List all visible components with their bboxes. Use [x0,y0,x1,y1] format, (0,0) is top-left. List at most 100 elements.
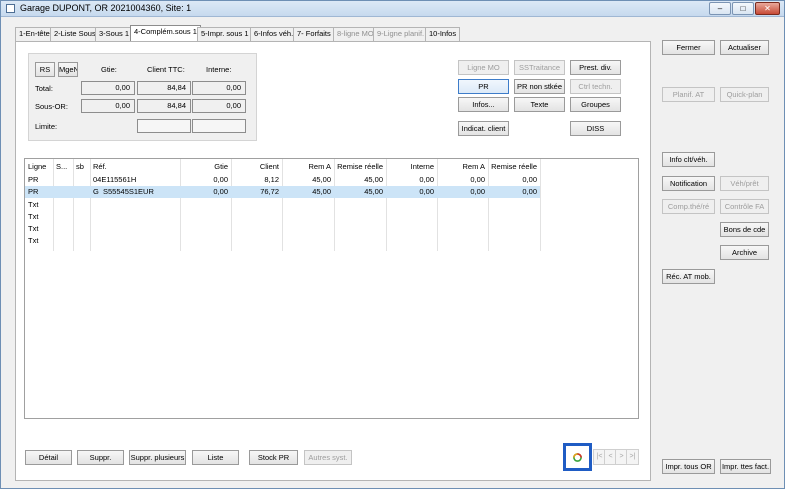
cell-rem-a: 45,00 [312,187,331,196]
suppr-plusieurs-button[interactable]: Suppr. plusieurs [129,450,186,465]
cell-ligne: PR [28,175,39,184]
header-gtie[interactable]: Gtie [180,161,231,173]
total-client-field: 84,84 [137,81,191,95]
tab-ligne-planif[interactable]: 9-Ligne planif. [373,27,429,41]
row-total-label: Total: [35,84,53,93]
col-gtie-label: Gtie: [101,65,117,74]
archive-button[interactable]: Archive [720,245,769,260]
veh-pret-button[interactable]: Véh/prêt [720,176,769,191]
tab-ligne-mo[interactable]: 8-ligne MO [333,27,378,41]
header-ref[interactable]: Réf. [90,161,180,173]
close-button[interactable]: ✕ [755,2,780,15]
diss-button[interactable]: DISS [570,121,621,136]
application-window: Garage DUPONT, OR 2021004360, Site: 1 – … [0,0,785,489]
cell-ref: 04E115561H [93,175,137,184]
impr-ttes-fact-button[interactable]: Impr. ttes fact. [720,459,771,474]
window-title: Garage DUPONT, OR 2021004360, Site: 1 [20,3,192,13]
prest-div-button[interactable]: Prest. div. [570,60,621,75]
cell-remise-reelle: 45,00 [364,175,383,184]
fermer-button[interactable]: Fermer [662,40,715,55]
pr-button[interactable]: PR [458,79,509,94]
tab-forfaits[interactable]: 7- Forfaits [293,27,335,41]
cell-sb [73,174,90,186]
actualiser-button[interactable]: Actualiser [720,40,769,55]
app-icon [6,4,15,13]
planif-at-button[interactable]: Planif. AT [662,87,715,102]
cell-interne: 0,00 [419,187,434,196]
cell-interne: 0,00 [419,175,434,184]
header-rem-a[interactable]: Rem A [282,161,334,173]
cell-ligne: Txt [28,224,39,233]
col-interne-label: Interne: [206,65,232,74]
quick-plan-button[interactable]: Quick-plan [720,87,769,102]
mgen-button[interactable]: MgeN [58,62,78,77]
total-gtie-field: 0,00 [81,81,135,95]
totals-panel: RS MgeN Gtie: Client TTC: Interne: Total… [28,53,257,141]
limite-interne-field[interactable] [192,119,246,133]
tab-en-tete[interactable]: 1-En-tête [15,27,54,41]
header-remise-reelle-interne[interactable]: Remise réelle [488,161,540,173]
cell-s [53,186,73,198]
table-row[interactable]: Txt [25,223,540,235]
minimize-button[interactable]: – [709,2,731,15]
header-remise-reelle[interactable]: Remise réelle [334,161,386,173]
cell-client: 8,12 [264,175,279,184]
title-bar: Garage DUPONT, OR 2021004360, Site: 1 – … [1,1,784,17]
ligne-mo-button[interactable]: Ligne MO [458,60,509,75]
tab-infos[interactable]: 10-Infos [425,27,461,41]
cell-ligne: Txt [28,200,39,209]
header-ligne[interactable]: Ligne [25,161,53,173]
infos-button[interactable]: Infos... [458,97,509,112]
comp-the-re-button[interactable]: Comp.thé/ré [662,199,715,214]
tab-complem-sous-1[interactable]: 4-Complém.sous 1 [130,25,201,41]
ctrl-techn-button[interactable]: Ctrl techn. [570,79,621,94]
table-row[interactable]: Txt [25,199,540,211]
header-sb[interactable]: sb [73,161,90,173]
header-client[interactable]: Client [231,161,282,173]
rs-button[interactable]: RS [35,62,55,77]
maximize-button[interactable]: □ [732,2,754,15]
indicat-client-button[interactable]: Indicat. client [458,121,509,136]
row-sous-or-label: Sous-OR: [35,102,68,111]
liste-button[interactable]: Liste [192,450,239,465]
header-s[interactable]: S... [53,161,73,173]
table-row[interactable]: PR G S55545S1EUR 0,00 76,72 45,00 45,00 … [25,186,540,198]
refresh-icon[interactable] [572,452,583,463]
limite-client-field[interactable] [137,119,191,133]
cell-client: 76,72 [260,187,279,196]
header-interne[interactable]: Interne [386,161,437,173]
controle-fa-button[interactable]: Contrôle FA [720,199,769,214]
table-row[interactable]: Txt [25,211,540,223]
texte-button[interactable]: Texte [514,97,565,112]
cell-s [53,174,73,186]
cell-remise-reelle-interne: 0,00 [522,187,537,196]
cell-ligne: Txt [28,212,39,221]
notification-button[interactable]: Notification [662,176,715,191]
sousor-interne-field: 0,00 [192,99,246,113]
pr-non-stkee-button[interactable]: PR non stkée [514,79,565,94]
table-row[interactable]: Txt [25,235,540,247]
total-interne-field: 0,00 [192,81,246,95]
autres-syst-button[interactable]: Autres syst. [304,450,352,465]
rec-at-mob-button[interactable]: Réc. AT mob. [662,269,715,284]
column-divider [540,159,541,251]
groupes-button[interactable]: Groupes [570,97,621,112]
cell-rem-a-interne: 0,00 [470,187,485,196]
nav-last-button[interactable]: >| [626,449,639,465]
tab-sous-1[interactable]: 3-Sous 1 [95,27,134,41]
cell-gtie: 0,00 [213,175,228,184]
tab-impr-sous-1[interactable]: 5-Impr. sous 1 [197,27,253,41]
info-clt-veh-button[interactable]: Info clt/véh. [662,152,715,167]
sstraitance-button[interactable]: SSTraitance [514,60,565,75]
suppr-button[interactable]: Suppr. [77,450,124,465]
tab-liste-sous[interactable]: 2-Liste Sous [50,27,100,41]
cell-ligne: PR [28,187,39,196]
bons-de-cde-button[interactable]: Bons de cde [720,222,769,237]
stock-pr-button[interactable]: Stock PR [249,450,298,465]
header-rem-a-interne[interactable]: Rem A [437,161,488,173]
cell-sb [73,186,90,198]
table-row[interactable]: PR 04E115561H 0,00 8,12 45,00 45,00 0,00… [25,174,540,186]
tab-infos-veh[interactable]: 6-Infos véh. [250,27,298,41]
detail-button[interactable]: Détail [25,450,72,465]
impr-tous-or-button[interactable]: Impr. tous OR [662,459,715,474]
